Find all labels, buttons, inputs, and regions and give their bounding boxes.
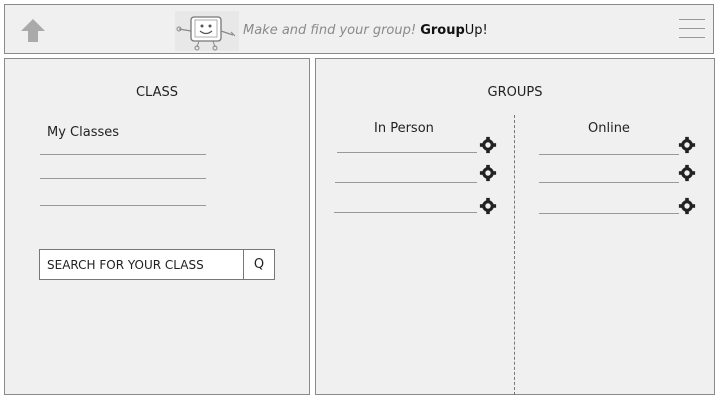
- in-person-group-slot-2[interactable]: [335, 182, 477, 183]
- online-group-slot-2[interactable]: [539, 182, 679, 183]
- brand-bold: Group: [420, 23, 465, 38]
- tagline-text: Make and find your group!: [243, 23, 421, 38]
- class-panel: CLASS My Classes Q: [4, 58, 310, 395]
- search-button-label: Q: [253, 257, 265, 272]
- hamburger-menu-button[interactable]: [679, 19, 705, 43]
- class-slot-1[interactable]: [40, 154, 206, 155]
- gear-icon[interactable]: [479, 136, 497, 154]
- in-person-group-slot-3[interactable]: [334, 212, 477, 213]
- class-slot-3[interactable]: [40, 205, 206, 206]
- in-person-group-slot-1[interactable]: [337, 152, 477, 153]
- groups-panel: GROUPS In Person Online: [315, 58, 715, 395]
- online-group-slot-3[interactable]: [539, 213, 679, 214]
- gear-icon[interactable]: [479, 197, 497, 215]
- class-search-input[interactable]: [40, 250, 243, 279]
- my-classes-label: My Classes: [47, 125, 120, 140]
- column-divider: [514, 115, 515, 395]
- up-arrow-icon: [21, 19, 45, 42]
- header-tagline: Make and find your group! GroupUp!: [243, 23, 488, 38]
- gear-icon[interactable]: [678, 136, 696, 154]
- mascot-logo: [175, 11, 239, 51]
- gear-icon[interactable]: [678, 164, 696, 182]
- groups-panel-title: GROUPS: [487, 85, 543, 100]
- class-slot-2[interactable]: [40, 178, 206, 179]
- back-up-button[interactable]: [17, 15, 49, 45]
- in-person-heading: In Person: [374, 121, 434, 136]
- hamburger-menu-icon: [679, 19, 705, 38]
- gear-icon[interactable]: [479, 164, 497, 182]
- search-button[interactable]: Q: [243, 250, 274, 279]
- online-heading: Online: [588, 121, 630, 136]
- brand-rest: Up!: [464, 23, 488, 38]
- top-bar: Make and find your group! GroupUp!: [4, 4, 714, 54]
- online-group-slot-1[interactable]: [539, 154, 679, 155]
- gear-icon[interactable]: [678, 197, 696, 215]
- class-panel-title: CLASS: [135, 85, 178, 100]
- class-search-box: Q: [39, 249, 275, 280]
